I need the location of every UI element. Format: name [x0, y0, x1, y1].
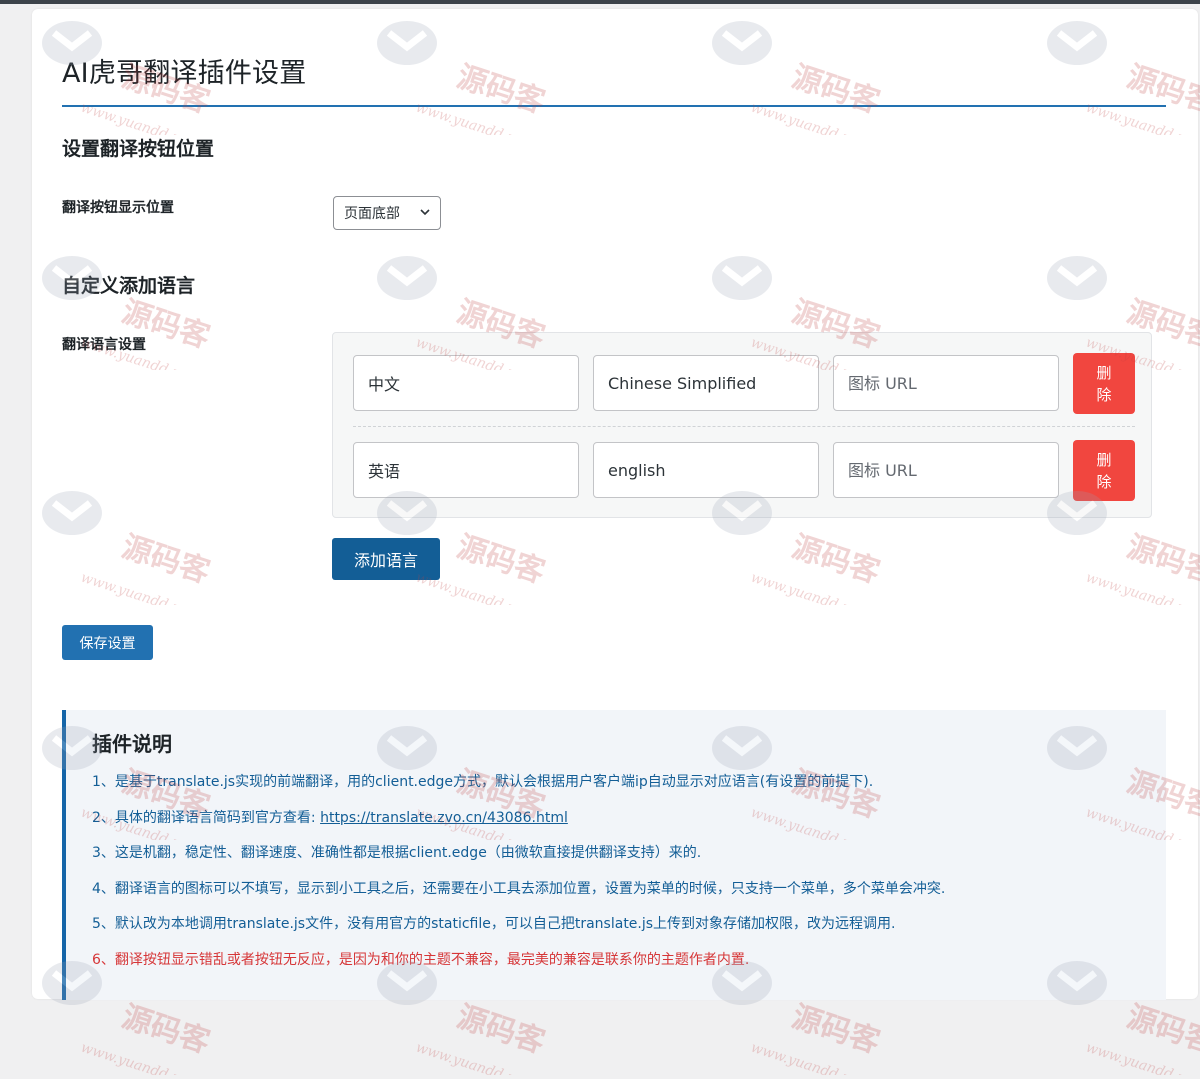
- row-divider: [353, 426, 1135, 427]
- plugin-info-box: 插件说明 1、是基于translate.js实现的前端翻译，用的client.e…: [62, 710, 1166, 1000]
- note-item: 2、具体的翻译语言简码到官方查看: https://translate.zvo.…: [92, 809, 945, 845]
- button-position-select[interactable]: 页面底部: [333, 196, 441, 230]
- note-item: 3、这是机翻，稳定性、翻译速度、准确性都是根据client.edge（由微软直接…: [92, 845, 702, 861]
- svg-text:www.yuandd.net: www.yuandd.net: [414, 1040, 532, 1075]
- plugin-info-title: 插件说明: [92, 732, 172, 756]
- note-item: 5、默认改为本地调用translate.js文件，没有用官方的staticfil…: [92, 916, 896, 932]
- title-divider: [62, 105, 1166, 107]
- svg-text:源码客: 源码客: [453, 999, 549, 1060]
- delete-language-button[interactable]: 删除: [1073, 353, 1135, 414]
- chevron-down-icon: [420, 209, 430, 216]
- settings-panel: AI虎哥翻译插件设置 设置翻译按钮位置 翻译按钮显示位置 页面底部 自定义添加语…: [32, 9, 1198, 1000]
- note-item: 4、翻译语言的图标可以不填写，显示到小工具之后，还需要在小工具去添加位置，设置为…: [92, 880, 946, 897]
- delete-language-button[interactable]: 删除: [1073, 440, 1135, 501]
- svg-text:源码客: 源码客: [1123, 999, 1200, 1060]
- button-position-heading: 设置翻译按钮位置: [62, 138, 215, 160]
- svg-text:www.yuandd.net: www.yuandd.net: [79, 1040, 197, 1075]
- page-title: AI虎哥翻译插件设置: [62, 58, 307, 89]
- svg-text:www.yuandd.net: www.yuandd.net: [1084, 1040, 1200, 1075]
- icon-url-input[interactable]: [833, 355, 1059, 411]
- button-position-label: 翻译按钮显示位置: [62, 200, 174, 216]
- docs-link[interactable]: https://translate.zvo.cn/43086.html: [320, 810, 568, 826]
- language-name-input[interactable]: [353, 442, 579, 498]
- language-code-input[interactable]: [593, 442, 819, 498]
- save-settings-button[interactable]: 保存设置: [62, 625, 153, 660]
- language-row: 删除: [353, 440, 1135, 501]
- notes-list: 1、是基于translate.js实现的前端翻译，用的client.edge方式…: [92, 773, 945, 986]
- admin-top-bar: [0, 0, 1200, 4]
- icon-url-input[interactable]: [833, 442, 1059, 498]
- svg-text:源码客: 源码客: [788, 999, 884, 1060]
- button-position-selected-value: 页面底部: [344, 206, 400, 222]
- svg-text:源码客: 源码客: [118, 999, 214, 1060]
- note-text: 2、具体的翻译语言简码到官方查看:: [92, 809, 321, 826]
- language-settings-label: 翻译语言设置: [62, 337, 146, 353]
- svg-text:www.yuandd.net: www.yuandd.net: [749, 1040, 867, 1075]
- note-item: 1、是基于translate.js实现的前端翻译，用的client.edge方式…: [92, 774, 874, 790]
- language-name-input[interactable]: [353, 355, 579, 411]
- add-language-button[interactable]: 添加语言: [332, 538, 440, 580]
- custom-language-heading: 自定义添加语言: [62, 275, 196, 297]
- language-list: 删除 删除: [332, 332, 1152, 518]
- language-code-input[interactable]: [593, 355, 819, 411]
- language-row: 删除: [353, 353, 1135, 414]
- warning-note: 6、翻译按钮显示错乱或者按钮无反应，是因为和你的主题不兼容，最完美的兼容是联系你…: [92, 951, 750, 968]
